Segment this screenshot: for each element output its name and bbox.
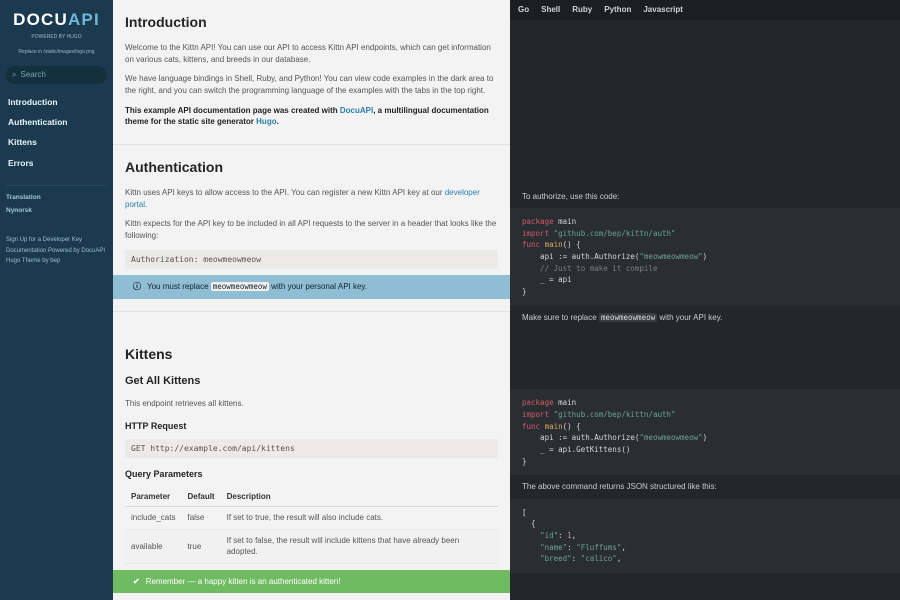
search-placeholder: Search [20,69,45,81]
intro-p3: This example API documentation page was … [125,101,498,132]
nav-kittens[interactable]: Kittens [6,132,107,152]
link-hugo[interactable]: Hugo [256,117,276,126]
code-pane: Go Shell Ruby Python Javascript To autho… [510,0,900,600]
translation-link-nynorsk[interactable]: Nynorsk [6,204,107,216]
translation-heading: Translation [6,192,107,204]
table-header-row: Parameter Default Description [125,487,498,507]
auth-header-codeline: Authorization: meowmeowmeow [125,250,498,270]
footer-link-theme[interactable]: Hugo Theme by bep [6,256,107,267]
tab-python[interactable]: Python [604,4,631,16]
nav-authentication[interactable]: Authentication [6,112,107,132]
section-introduction: Introduction Welcome to the Kittn API! Y… [113,0,510,145]
auth-code-note: To authorize, use this code: [510,185,900,209]
json-note: The above command returns JSON structure… [510,475,900,499]
nav-errors[interactable]: Errors [6,153,107,173]
auth-p1: Kittn uses API keys to allow access to t… [125,183,498,214]
nav-list: Introduction Authentication Kittens Erro… [6,92,107,173]
http-request-code: GET http://example.com/api/kittens [125,439,498,459]
intro-p2: We have language bindings in Shell, Ruby… [125,69,498,100]
content-pane: Introduction Welcome to the Kittn API! Y… [113,0,510,600]
tab-shell[interactable]: Shell [541,4,560,16]
kittens-sub1: Get All Kittens [125,370,498,394]
search-icon: ⌕ [12,69,16,81]
nav-introduction[interactable]: Introduction [6,92,107,112]
auth-p2: Kittn expects for the API key to be incl… [125,214,498,245]
col-description: Description [221,487,498,507]
logo-tagline: POWERED BY HUGO [6,34,107,41]
json-output-block: [ { "id": 1, "name": "Fluffums", "breed"… [510,499,900,573]
check-icon: ✔ [133,576,140,588]
translation-section: Translation Nynorsk [6,185,107,217]
spacer [113,312,510,332]
table-row: available true If set to false, the resu… [125,529,498,563]
http-request-heading: HTTP Request [125,414,498,435]
col-default: Default [181,487,220,507]
query-params-heading: Query Parameters [125,462,498,483]
footer-link-devkey[interactable]: Sign Up for a Developer Key [6,235,107,246]
section-kittens: Kittens Get All Kittens This endpoint re… [113,332,510,600]
col-parameter: Parameter [125,487,181,507]
auth-notice: ⓘ You must replace meowmeowmeow with you… [113,275,510,299]
table-row: include_cats false If set to true, the r… [125,507,498,530]
auth-code-note2: Make sure to replace meowmeowmeow with y… [510,306,900,330]
info-icon: ⓘ [133,281,141,293]
search-input[interactable]: ⌕ Search [6,66,107,84]
success-text: Remember — a happy kitten is an authenti… [146,576,341,588]
sidebar: DOCUAPI POWERED BY HUGO Replace in /stat… [0,0,113,600]
success-notice: ✔ Remember — a happy kitten is an authen… [113,570,510,594]
query-params-table: Parameter Default Description include_ca… [125,487,498,564]
kittens-title: Kittens [125,338,498,370]
intro-p1: Welcome to the Kittn API! You can use ou… [125,38,498,69]
lang-tabs: Go Shell Ruby Python Javascript [510,0,900,20]
footer-links: Sign Up for a Developer Key Documentatio… [6,235,107,267]
section-authentication: Authentication Kittn uses API keys to al… [113,145,510,312]
logo: DOCUAPI [6,8,107,33]
elevator-pitch: Replace in /static/images/logo.png [6,49,107,56]
tab-javascript[interactable]: Javascript [643,4,683,16]
auth-code-block: package main import "github.com/bep/kitt… [510,208,900,305]
logo-suffix: API [68,10,100,29]
intro-title: Introduction [125,6,498,38]
logo-main: DOCU [13,10,68,29]
link-docuapi[interactable]: DocuAPI [340,106,373,115]
tab-go[interactable]: Go [518,4,529,16]
tab-ruby[interactable]: Ruby [572,4,592,16]
kittens-code-block: package main import "github.com/bep/kitt… [510,389,900,475]
auth-title: Authentication [125,151,498,183]
kittens-p1: This endpoint retrieves all kittens. [125,394,498,414]
footer-link-docuapi[interactable]: Documentation Powered by DocuAPI [6,246,107,257]
